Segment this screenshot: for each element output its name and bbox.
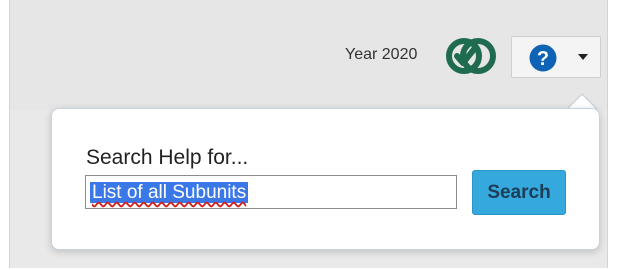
- header-bar: Year 2020 ?: [10, 0, 607, 110]
- sync-icon[interactable]: [441, 35, 501, 77]
- year-label: Year 2020: [345, 46, 418, 63]
- search-help-label: Search Help for...: [86, 146, 249, 169]
- help-icon: ?: [529, 44, 557, 72]
- help-search-popover: Search Help for... List of all Subunits …: [51, 108, 600, 250]
- caret-down-icon: [578, 54, 588, 60]
- help-search-input-value: List of all Subunits: [90, 182, 249, 203]
- help-menu-button[interactable]: ?: [511, 36, 601, 78]
- help-search-input[interactable]: List of all Subunits: [85, 175, 457, 209]
- svg-text:?: ?: [537, 48, 549, 70]
- search-button[interactable]: Search: [472, 170, 566, 215]
